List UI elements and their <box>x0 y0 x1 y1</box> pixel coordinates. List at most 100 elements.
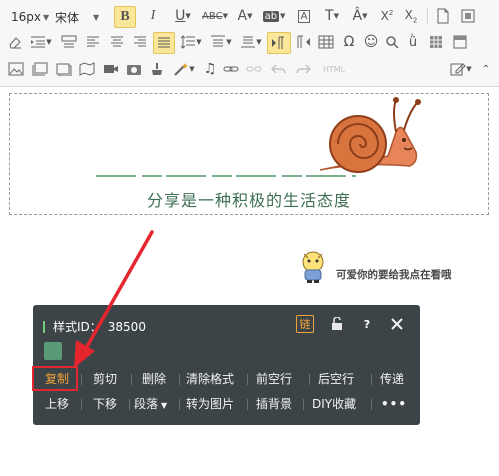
action-row-1: 复制 剪切 删除 清除格式 前空行 后空行 传递 <box>33 369 420 389</box>
divider <box>309 374 310 385</box>
style-id-title: 样式ID： <box>53 320 102 334</box>
text-height-icon: T <box>325 8 334 24</box>
emoticon-button[interactable]: ☺ <box>362 32 380 52</box>
lock-button[interactable] <box>328 315 346 333</box>
grid-icon <box>430 36 442 48</box>
indent-button[interactable]: ▼ <box>28 32 54 52</box>
slogan-text: 分享是一种积极的生活态度 <box>146 191 351 210</box>
select-all-button[interactable] <box>458 6 478 26</box>
background-color-button[interactable]: ab ▼ <box>261 6 287 26</box>
insert-grid-button[interactable] <box>427 32 445 52</box>
text-direction-ltr-icon <box>272 36 284 49</box>
divider <box>179 374 180 385</box>
line-height-button[interactable]: ▼ <box>178 32 204 52</box>
collapse-toolbar-button[interactable]: ⌃ <box>478 59 494 79</box>
style-action-panel: 样式ID： 38500 链 ? 复制 剪切 删除 清除格式 前空行 后空行 传递… <box>33 305 420 425</box>
accent-bar <box>43 320 45 333</box>
align-center-button[interactable] <box>108 32 126 52</box>
eraser-icon <box>9 37 21 49</box>
subscript-button[interactable]: X2 <box>402 6 420 26</box>
template-button[interactable]: ▼ <box>447 59 475 79</box>
delete-action[interactable]: 删除 <box>142 369 166 389</box>
toolbar-row-2: ▼ ▼ ▼ ▼ Ω ☺ ǜ <box>0 29 499 55</box>
copy-highlight-box <box>32 366 78 391</box>
paragraph-action[interactable]: 段落 ▼ <box>134 394 167 414</box>
close-panel-button[interactable] <box>388 315 406 333</box>
html-source-button[interactable]: HTML <box>320 59 348 79</box>
video-icon <box>104 65 118 73</box>
map-button[interactable] <box>77 59 97 79</box>
cut-action[interactable]: 剪切 <box>93 369 117 389</box>
diy-favorite-action[interactable]: DIY收藏 <box>312 394 356 414</box>
new-document-button[interactable] <box>433 6 453 26</box>
insert-music-button[interactable]: ♫ <box>201 59 219 79</box>
insert-code-button[interactable] <box>124 59 144 79</box>
blank-line-after-action[interactable]: 后空行 <box>318 369 354 389</box>
divider <box>247 374 248 385</box>
multi-image-button[interactable] <box>30 59 50 79</box>
convert-to-image-action[interactable]: 转为图片 <box>186 394 234 414</box>
font-family-select[interactable]: 宋体 ▼ <box>52 6 102 28</box>
divider <box>303 399 304 410</box>
more-actions-button[interactable]: ••• <box>381 394 407 414</box>
superscript-button[interactable]: X2 <box>378 6 396 26</box>
align-justify-button[interactable] <box>153 32 175 54</box>
style-color-swatch[interactable] <box>44 342 62 360</box>
font-size-select[interactable]: 16px ▼ <box>8 6 52 28</box>
magic-wand-button[interactable]: ▼ <box>171 59 197 79</box>
text-direction-ltr-button[interactable] <box>267 32 291 54</box>
selected-style-block[interactable]: 分享是一种积极的生活态度 <box>9 93 489 215</box>
redo-icon <box>296 64 311 74</box>
letter-spacing-icon: Â <box>352 8 363 24</box>
font-size-value: 16px <box>11 10 41 24</box>
italic-button[interactable]: I <box>144 6 162 26</box>
paragraph-spacing-bottom-button[interactable]: ▼ <box>238 32 264 52</box>
divider <box>129 399 130 410</box>
find-replace-button[interactable] <box>383 32 401 52</box>
line-height-icon <box>180 35 196 49</box>
chevron-down-icon: ▼ <box>93 12 100 22</box>
strikethrough-icon: ABC <box>202 10 223 22</box>
pass-action[interactable]: 传递 <box>380 369 404 389</box>
superscript-icon: X2 <box>380 9 394 23</box>
search-icon <box>386 36 399 49</box>
text-direction-rtl-button[interactable] <box>293 32 313 52</box>
align-left-button[interactable] <box>84 32 102 52</box>
align-left-icon <box>87 36 99 47</box>
insert-video-button[interactable] <box>101 59 121 79</box>
text-height-button[interactable]: T ▼ <box>320 6 344 26</box>
redo-button[interactable] <box>294 59 312 79</box>
pinyin-button[interactable]: ǜ <box>404 32 422 52</box>
insert-table-button[interactable] <box>316 32 336 52</box>
letter-spacing-button[interactable]: Â ▼ <box>348 6 372 26</box>
special-chars-button[interactable]: Ω <box>340 32 358 52</box>
insert-frame-button[interactable] <box>451 32 469 52</box>
action-row-2: 上移 下移 段落 ▼ 转为图片 插背景 DIY收藏 ••• <box>33 394 420 414</box>
clear-format-action[interactable]: 清除格式 <box>186 369 234 389</box>
paragraph-spacing-top-button[interactable]: ▼ <box>208 32 234 52</box>
undo-button[interactable] <box>270 59 288 79</box>
box-icon <box>56 63 72 76</box>
help-button[interactable]: ? <box>358 315 376 333</box>
blank-line-before-action[interactable]: 前空行 <box>256 369 292 389</box>
chevron-down-icon: ▼ <box>43 12 50 22</box>
insert-image-button[interactable] <box>6 59 26 79</box>
format-painter-button[interactable] <box>58 32 80 52</box>
link-style-button[interactable]: 链 <box>296 315 314 333</box>
insert-background-action[interactable]: 插背景 <box>256 394 292 414</box>
insert-frame-image-button[interactable] <box>54 59 74 79</box>
brush-button[interactable] <box>147 59 167 79</box>
link-icon <box>223 66 239 72</box>
brush-icon <box>152 63 162 75</box>
underline-button[interactable]: U ▼ <box>170 6 196 26</box>
eraser-button[interactable] <box>6 32 24 52</box>
strikethrough-button[interactable]: ABC ▼ <box>200 6 230 26</box>
border-text-button[interactable]: A <box>294 6 314 26</box>
font-color-button[interactable]: A ▼ <box>233 6 257 26</box>
move-up-action[interactable]: 上移 <box>45 394 69 414</box>
unlink-button[interactable] <box>245 59 263 79</box>
align-right-button[interactable] <box>131 32 149 52</box>
bold-button[interactable]: B <box>114 6 136 28</box>
insert-link-button[interactable] <box>222 59 240 79</box>
move-down-action[interactable]: 下移 <box>93 394 117 414</box>
